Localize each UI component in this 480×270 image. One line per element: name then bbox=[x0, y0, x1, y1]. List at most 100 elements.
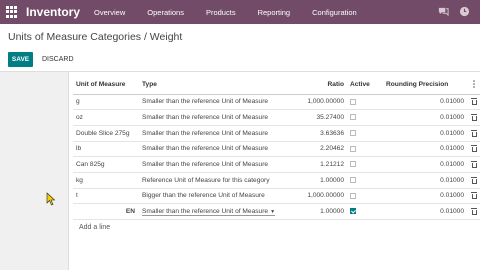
cell-delete bbox=[467, 188, 480, 205]
cell-type[interactable]: Smaller than the reference Unit of Measu… bbox=[139, 156, 289, 173]
header-active[interactable]: Active bbox=[347, 76, 383, 95]
cell-active bbox=[347, 94, 383, 111]
cell-active bbox=[347, 141, 383, 158]
cell-type[interactable]: Smaller than the reference Unit of Measu… bbox=[139, 125, 289, 142]
menu-operations[interactable]: Operations bbox=[147, 8, 184, 17]
type-select[interactable]: Smaller than the reference Unit of Measu… bbox=[142, 207, 276, 216]
cell-uom[interactable]: Double Slice 275g bbox=[73, 125, 139, 142]
trash-icon[interactable] bbox=[471, 176, 477, 184]
cell-uom[interactable]: EN bbox=[73, 203, 139, 220]
app-name[interactable]: Inventory bbox=[26, 5, 80, 19]
cell-active bbox=[347, 188, 383, 205]
save-button[interactable]: SAVE bbox=[8, 52, 33, 67]
header-type[interactable]: Type bbox=[139, 76, 289, 95]
cell-rounding[interactable]: 0.01000 bbox=[383, 188, 467, 205]
cell-delete bbox=[467, 203, 480, 220]
type-select-value: Smaller than the reference Unit of Measu… bbox=[142, 207, 269, 215]
table-row[interactable]: g Smaller than the reference Unit of Meas… bbox=[73, 94, 480, 111]
header-rounding[interactable]: Rounding Precision bbox=[383, 76, 467, 95]
cell-ratio[interactable]: 2.20462 bbox=[289, 141, 347, 158]
cell-type[interactable]: Reference Unit of Measure for this categ… bbox=[139, 172, 289, 189]
menu-reporting[interactable]: Reporting bbox=[258, 8, 291, 17]
cell-rounding[interactable]: 0.01000 bbox=[383, 109, 467, 126]
cell-active bbox=[347, 125, 383, 142]
active-checkbox[interactable] bbox=[350, 208, 356, 215]
cell-rounding[interactable]: 0.01000 bbox=[383, 125, 467, 142]
table-header: Unit of Measure Type Ratio Active Roundi… bbox=[73, 76, 480, 95]
trash-icon[interactable] bbox=[471, 129, 477, 137]
column-options[interactable] bbox=[467, 76, 480, 95]
trash-icon[interactable] bbox=[471, 98, 477, 106]
cell-type[interactable]: Smaller than the reference Unit of Measu… bbox=[139, 203, 289, 220]
active-checkbox[interactable] bbox=[350, 114, 356, 121]
chat-icon[interactable] bbox=[438, 6, 449, 17]
cell-active bbox=[347, 156, 383, 173]
discard-button[interactable]: DISCARD bbox=[42, 52, 74, 67]
cell-delete bbox=[467, 109, 480, 126]
cell-ratio[interactable]: 35.27400 bbox=[289, 109, 347, 126]
menu-configuration[interactable]: Configuration bbox=[312, 8, 357, 17]
cell-ratio[interactable]: 1.21212 bbox=[289, 156, 347, 173]
cell-uom[interactable]: kg bbox=[73, 172, 139, 189]
control-panel: Units of Measure Categories / Weight SAV… bbox=[0, 24, 480, 72]
cell-active bbox=[347, 203, 383, 220]
active-checkbox[interactable] bbox=[350, 145, 356, 152]
cell-rounding[interactable]: 0.01000 bbox=[383, 172, 467, 189]
menu-overview[interactable]: Overview bbox=[94, 8, 125, 17]
active-checkbox[interactable] bbox=[350, 161, 356, 168]
clock-icon[interactable] bbox=[459, 6, 470, 17]
cell-uom[interactable]: g bbox=[73, 94, 139, 111]
more-options-icon[interactable] bbox=[473, 79, 475, 88]
table-row[interactable]: t Bigger than the reference Unit of Measu… bbox=[73, 188, 480, 205]
cell-ratio[interactable]: 1,000.00000 bbox=[289, 94, 347, 111]
table-row[interactable]: Can 825g Smaller than the reference Unit … bbox=[73, 156, 480, 173]
cell-rounding[interactable]: 0.01000 bbox=[383, 141, 467, 158]
uom-table: Unit of Measure Type Ratio Active Roundi… bbox=[73, 76, 480, 220]
cell-uom[interactable]: lb bbox=[73, 141, 139, 158]
cell-type[interactable]: Smaller than the reference Unit of Measu… bbox=[139, 141, 289, 158]
cell-delete bbox=[467, 172, 480, 189]
trash-icon[interactable] bbox=[471, 113, 477, 121]
table-row[interactable]: oz Smaller than the reference Unit of Mea… bbox=[73, 109, 480, 126]
add-line-link[interactable]: Add a line bbox=[79, 224, 110, 231]
trash-icon[interactable] bbox=[471, 160, 477, 168]
trash-icon[interactable] bbox=[471, 208, 477, 216]
form-sheet: Unit of Measure Type Ratio Active Roundi… bbox=[68, 72, 480, 270]
cell-uom[interactable]: Can 825g bbox=[73, 156, 139, 173]
header-ratio[interactable]: Ratio bbox=[289, 76, 347, 95]
cell-active bbox=[347, 172, 383, 189]
top-navbar: Inventory Overview Operations Products R… bbox=[0, 0, 480, 24]
cell-type[interactable]: Smaller than the reference Unit of Measu… bbox=[139, 94, 289, 111]
cell-ratio[interactable]: 3.63636 bbox=[289, 125, 347, 142]
cell-delete bbox=[467, 94, 480, 111]
header-uom[interactable]: Unit of Measure bbox=[73, 76, 139, 95]
active-checkbox[interactable] bbox=[350, 129, 356, 136]
trash-icon[interactable] bbox=[471, 145, 477, 153]
table-row[interactable]: Double Slice 275g Smaller than the refere… bbox=[73, 125, 480, 142]
apps-icon[interactable] bbox=[6, 6, 18, 18]
cell-active bbox=[347, 109, 383, 126]
active-checkbox[interactable] bbox=[350, 177, 356, 184]
table-row[interactable]: EN Smaller than the reference Unit of Mea… bbox=[73, 203, 480, 220]
caret-down-icon: ▼ bbox=[270, 208, 276, 215]
breadcrumb: Units of Measure Categories / Weight bbox=[8, 31, 183, 43]
active-checkbox[interactable] bbox=[350, 98, 356, 105]
cell-type[interactable]: Smaller than the reference Unit of Measu… bbox=[139, 109, 289, 126]
trash-icon[interactable] bbox=[471, 192, 477, 200]
cell-ratio[interactable]: 1,000.00000 bbox=[289, 188, 347, 205]
cell-ratio[interactable]: 1.00000 bbox=[289, 203, 347, 220]
active-checkbox[interactable] bbox=[350, 192, 356, 199]
menu-products[interactable]: Products bbox=[206, 8, 236, 17]
cell-uom[interactable]: oz bbox=[73, 109, 139, 126]
cell-delete bbox=[467, 156, 480, 173]
table-row[interactable]: kg Reference Unit of Measure for this cat… bbox=[73, 172, 480, 189]
mouse-cursor-icon bbox=[46, 192, 56, 206]
cell-rounding[interactable]: 0.01000 bbox=[383, 94, 467, 111]
cell-uom[interactable]: t bbox=[73, 188, 139, 205]
cell-rounding[interactable]: 0.01000 bbox=[383, 156, 467, 173]
cell-ratio[interactable]: 1.00000 bbox=[289, 172, 347, 189]
cell-delete bbox=[467, 141, 480, 158]
table-row[interactable]: lb Smaller than the reference Unit of Mea… bbox=[73, 141, 480, 158]
cell-rounding[interactable]: 0.01000 bbox=[383, 203, 467, 220]
cell-type[interactable]: Bigger than the reference Unit of Measur… bbox=[139, 188, 289, 205]
